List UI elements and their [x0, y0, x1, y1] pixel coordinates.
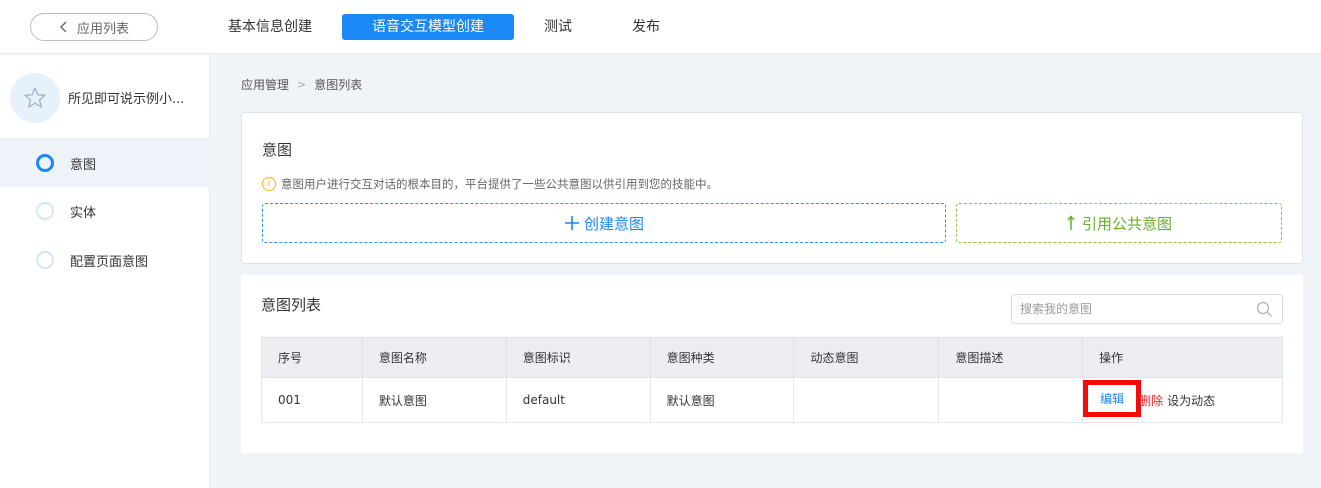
- reference-public-intent-button[interactable]: 引用公共意图: [956, 203, 1282, 243]
- column-header: 序号: [261, 337, 363, 378]
- sidebar-item-intent[interactable]: 意图: [0, 139, 210, 187]
- radio-icon: [36, 251, 54, 269]
- intent-card-title: 意图: [262, 141, 293, 159]
- cell-desc: [938, 377, 1084, 423]
- sidebar-item-page-intent[interactable]: 配置页面意图: [0, 236, 210, 284]
- arrow-up-icon: [1067, 215, 1075, 230]
- cell-index: 001: [261, 377, 363, 423]
- intent-card: 意图 i 意图用户进行交互对话的根本目的，平台提供了一些公共意图以供引用到您的技…: [241, 112, 1303, 264]
- sidebar: 所见即可说示例小... 意图 实体 配置页面意图: [0, 55, 210, 488]
- column-header: 意图描述: [938, 337, 1084, 378]
- app-header: 所见即可说示例小...: [0, 55, 210, 139]
- step-voice-model[interactable]: 语音交互模型创建: [342, 14, 514, 40]
- table-row: 001 默认意图 default 默认意图 编辑 删除 设为动态: [261, 377, 1283, 423]
- sidebar-item-label: 实体: [70, 205, 97, 221]
- breadcrumb-root[interactable]: 应用管理: [241, 76, 289, 93]
- create-intent-button[interactable]: 创建意图: [262, 203, 946, 243]
- sidebar-item-label: 意图: [70, 157, 97, 173]
- column-header: 意图名称: [361, 337, 507, 378]
- intent-list-card: 意图列表 序号 意图名称 意图标识 意图种类 动态意图 意图描述 操作 001 …: [241, 275, 1303, 453]
- breadcrumb-separator: >: [297, 78, 307, 91]
- back-to-app-list-button[interactable]: 应用列表: [30, 13, 158, 41]
- delete-button[interactable]: 删除: [1139, 392, 1163, 409]
- cell-kind: 默认意图: [649, 377, 795, 423]
- cell-name: 默认意图: [361, 377, 507, 423]
- step-basic-info[interactable]: 基本信息创建: [216, 14, 324, 40]
- radio-icon: [36, 202, 54, 220]
- sidebar-item-label: 配置页面意图: [70, 254, 149, 270]
- intent-tip: i 意图用户进行交互对话的根本目的，平台提供了一些公共意图以供引用到您的技能中。: [262, 176, 718, 192]
- edit-button[interactable]: 编辑: [1083, 380, 1142, 417]
- radio-icon: [36, 154, 54, 172]
- column-header: 意图种类: [649, 337, 795, 378]
- reference-public-intent-label: 引用公共意图: [1081, 214, 1172, 233]
- breadcrumb: 应用管理 > 意图列表: [241, 76, 362, 93]
- app-name: 所见即可说示例小...: [68, 92, 185, 107]
- set-dynamic-button[interactable]: 设为动态: [1167, 392, 1215, 409]
- search-icon[interactable]: [1256, 301, 1273, 318]
- column-header: 动态意图: [793, 337, 940, 378]
- table-header-row: 序号 意图名称 意图标识 意图种类 动态意图 意图描述 操作: [261, 337, 1283, 378]
- intent-table: 序号 意图名称 意图标识 意图种类 动态意图 意图描述 操作 001 默认意图 …: [261, 337, 1283, 423]
- step-publish[interactable]: 发布: [622, 14, 670, 40]
- sidebar-item-entity[interactable]: 实体: [0, 187, 210, 235]
- back-button-label: 应用列表: [76, 21, 129, 37]
- cell-dynamic: [793, 377, 940, 423]
- step-test[interactable]: 测试: [534, 14, 582, 40]
- info-icon: i: [262, 177, 276, 191]
- column-header: 操作: [1082, 337, 1283, 378]
- star-outline-icon: [10, 73, 60, 123]
- cell-id: default: [505, 377, 651, 423]
- intent-list-title: 意图列表: [261, 296, 322, 314]
- breadcrumb-current: 意图列表: [314, 78, 363, 92]
- intent-tip-text: 意图用户进行交互对话的根本目的，平台提供了一些公共意图以供引用到您的技能中。: [281, 177, 718, 191]
- column-header: 意图标识: [505, 337, 651, 378]
- create-intent-label: 创建意图: [583, 214, 644, 233]
- cell-actions: 编辑 删除 设为动态: [1082, 377, 1283, 423]
- search-box: [1011, 294, 1283, 324]
- top-bar: 应用列表 基本信息创建 语音交互模型创建 测试 发布: [0, 0, 1321, 54]
- search-input[interactable]: [1012, 295, 1248, 323]
- chevron-left-icon: [59, 21, 67, 33]
- plus-icon: [564, 216, 579, 230]
